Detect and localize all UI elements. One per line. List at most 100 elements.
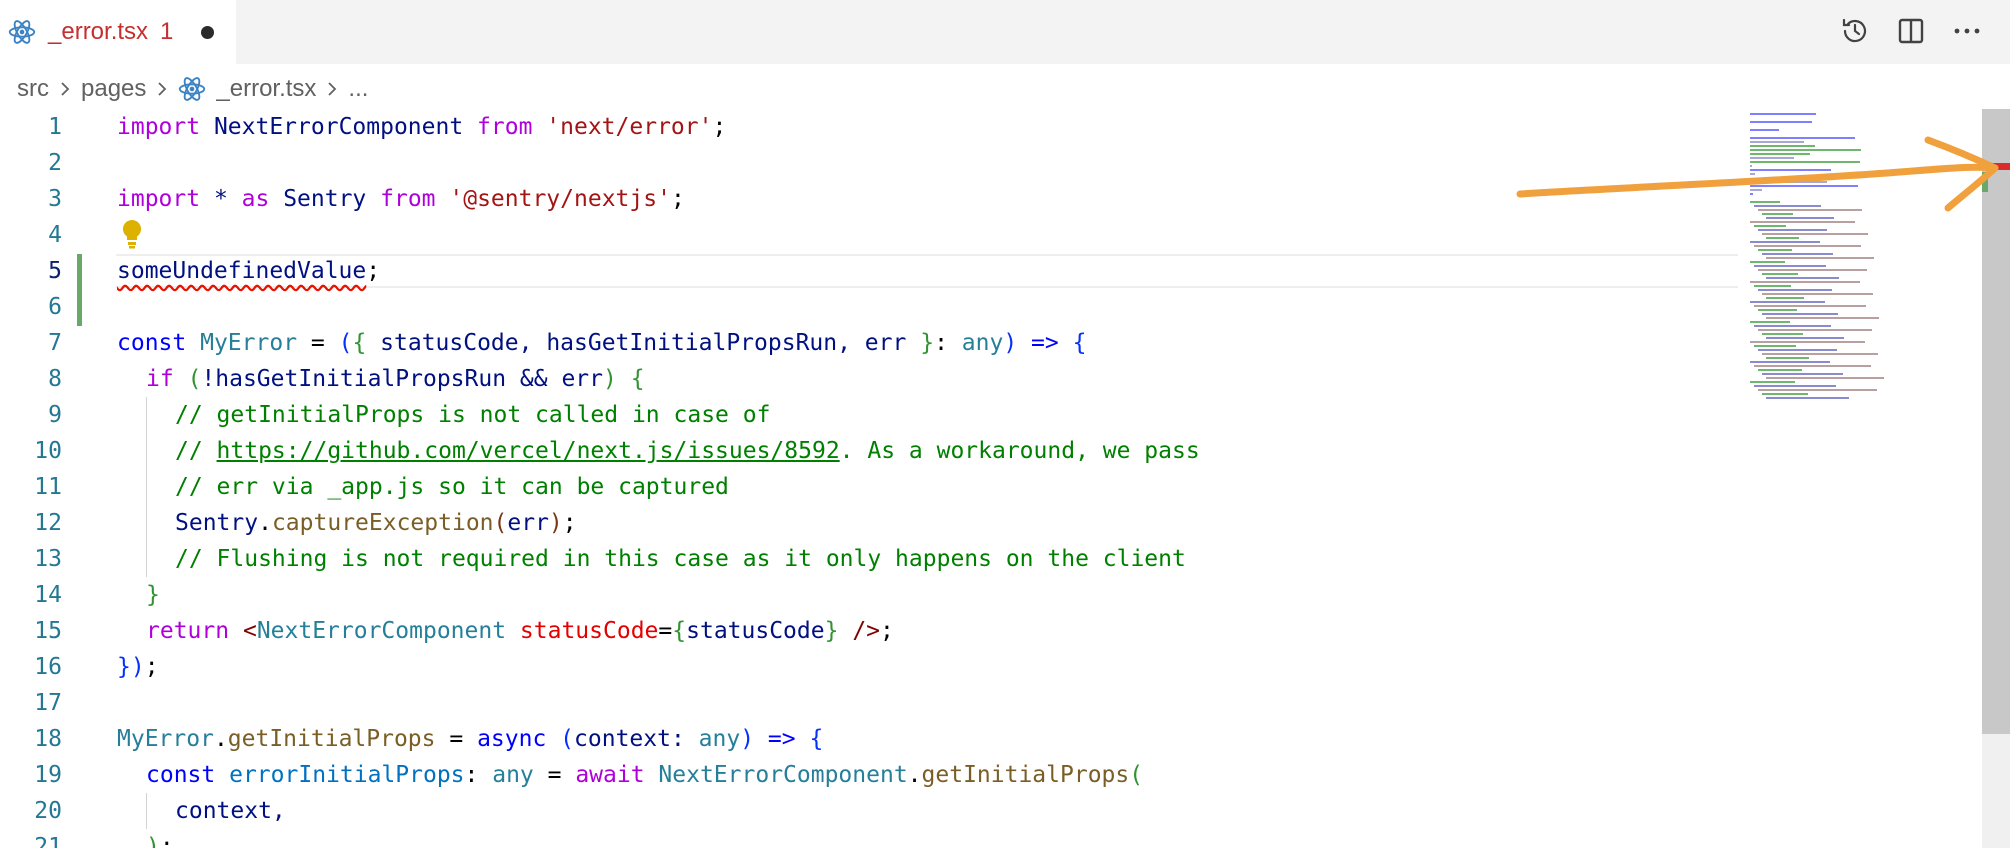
line-code: ); xyxy=(146,834,174,848)
tab-problem-count: 1 xyxy=(160,18,174,45)
line-code: import * as Sentry from '@sentry/nextjs'… xyxy=(117,186,685,212)
react-icon xyxy=(8,20,36,44)
minimap-line xyxy=(1766,277,1839,279)
line-number: 4 xyxy=(48,222,62,248)
code-line: 15 return <NextErrorComponent statusCode… xyxy=(0,613,1745,649)
editor-tab-error-tsx[interactable]: _error.tsx 1 xyxy=(0,0,236,64)
breadcrumb-item-pages[interactable]: pages xyxy=(81,75,146,103)
breadcrumb-item-symbols[interactable]: ... xyxy=(348,75,368,103)
tab-filename: _error.tsx xyxy=(48,18,149,45)
line-number: 7 xyxy=(48,330,62,356)
code-line: 10 // https://github.com/vercel/next.js/… xyxy=(0,433,1745,469)
line-number: 9 xyxy=(48,402,62,428)
minimap-line xyxy=(1766,237,1799,239)
minimap-line xyxy=(1758,289,1832,291)
minimap-line xyxy=(1758,249,1792,251)
comment-link[interactable]: https://github.com/vercel/next.js/issues… xyxy=(217,438,840,464)
vertical-scrollbar-thumb[interactable] xyxy=(1982,109,2010,734)
line-code: const MyError = ({ statusCode, hasGetIni… xyxy=(117,330,1087,356)
minimap-line xyxy=(1766,217,1834,219)
minimap-line xyxy=(1754,365,1871,367)
minimap-line xyxy=(1754,345,1796,347)
code-line: 1 import NextErrorComponent from 'next/e… xyxy=(0,109,1745,145)
code-line: 13 // Flushing is not required in this c… xyxy=(0,541,1745,577)
minimap-line xyxy=(1766,397,1849,399)
minimap-line xyxy=(1754,205,1821,207)
minimap-line xyxy=(1762,273,1798,275)
minimap-line xyxy=(1750,153,1810,155)
line-code: const errorInitialProps: any = await Nex… xyxy=(146,762,1144,788)
minimap-line xyxy=(1750,161,1860,163)
chevron-right-icon xyxy=(61,82,70,96)
chevron-right-icon xyxy=(328,82,337,96)
minimap-line xyxy=(1750,189,1762,191)
minimap-line xyxy=(1762,233,1868,235)
minimap-line xyxy=(1750,185,1858,187)
breadcrumb-item-file[interactable]: _error.tsx xyxy=(216,75,316,103)
minimap-line xyxy=(1750,361,1830,363)
code-line: 9 // getInitialProps is not called in ca… xyxy=(0,397,1745,433)
breadcrumb-item-src[interactable]: src xyxy=(17,75,49,103)
minimap-line xyxy=(1762,373,1843,375)
line-code: } xyxy=(146,582,160,608)
minimap-line xyxy=(1762,353,1878,355)
minimap-line xyxy=(1750,173,1755,175)
minimap-line xyxy=(1754,305,1866,307)
minimap-line xyxy=(1750,141,1804,143)
code-editor[interactable]: 1 import NextErrorComponent from 'next/e… xyxy=(0,109,1745,848)
react-icon xyxy=(179,77,206,101)
minimap-line xyxy=(1750,129,1779,131)
minimap-line xyxy=(1758,349,1837,351)
minimap-line xyxy=(1758,329,1872,331)
minimap-line xyxy=(1750,241,1820,243)
minimap-line xyxy=(1762,293,1873,295)
minimap-line xyxy=(1750,169,1831,171)
code-line: 16 }); xyxy=(0,649,1745,685)
minimap-line xyxy=(1758,309,1797,311)
line-number: 15 xyxy=(34,618,62,644)
minimap-line xyxy=(1758,269,1867,271)
line-code: return <NextErrorComponent statusCode={s… xyxy=(146,618,894,644)
minimap-line xyxy=(1750,261,1785,263)
minimap-line xyxy=(1754,325,1831,327)
unsaved-dot-icon[interactable] xyxy=(201,25,215,39)
line-number: 17 xyxy=(34,690,62,716)
minimap-line xyxy=(1750,145,1815,147)
minimap-line xyxy=(1766,257,1874,259)
error-squiggle: someUndefinedValue xyxy=(117,258,367,284)
chevron-right-icon xyxy=(158,82,167,96)
line-number: 10 xyxy=(34,438,62,464)
line-number: 2 xyxy=(48,150,62,176)
minimap-line xyxy=(1750,381,1795,383)
minimap-line xyxy=(1758,389,1877,391)
minimap-line xyxy=(1750,181,1827,183)
code-line: 11 // err via _app.js so it can be captu… xyxy=(0,469,1745,505)
line-number: 13 xyxy=(34,546,62,572)
minimap-line xyxy=(1750,121,1812,123)
code-line: 7 const MyError = ({ statusCode, hasGetI… xyxy=(0,325,1745,361)
minimap-line xyxy=(1766,337,1844,339)
more-actions-icon[interactable] xyxy=(1950,14,1984,48)
split-editor-icon[interactable] xyxy=(1894,14,1928,48)
line-code: // Flushing is not required in this case… xyxy=(117,541,1186,577)
history-icon[interactable] xyxy=(1838,14,1872,48)
minimap-line xyxy=(1758,229,1827,231)
line-code: context, xyxy=(117,793,286,829)
editor-actions xyxy=(1838,14,1984,48)
editor-tab-bar: _error.tsx 1 xyxy=(0,0,2010,64)
code-line: 14 } xyxy=(0,577,1745,613)
modified-marker xyxy=(1982,172,1988,192)
code-line: 5 someUndefinedValue; xyxy=(0,253,1745,289)
minimap-line xyxy=(1754,245,1861,247)
line-code: if (!hasGetInitialPropsRun && err) { xyxy=(146,366,645,392)
code-line: 6 xyxy=(0,289,1745,325)
line-number: 19 xyxy=(34,762,62,788)
line-number: 14 xyxy=(34,582,62,608)
line-number: 21 xyxy=(34,834,62,848)
minimap-line xyxy=(1758,369,1802,371)
minimap-line xyxy=(1750,137,1855,139)
minimap-line xyxy=(1750,165,1752,167)
minimap-line xyxy=(1762,253,1833,255)
minimap[interactable] xyxy=(1748,109,1980,409)
line-number: 20 xyxy=(34,798,62,824)
